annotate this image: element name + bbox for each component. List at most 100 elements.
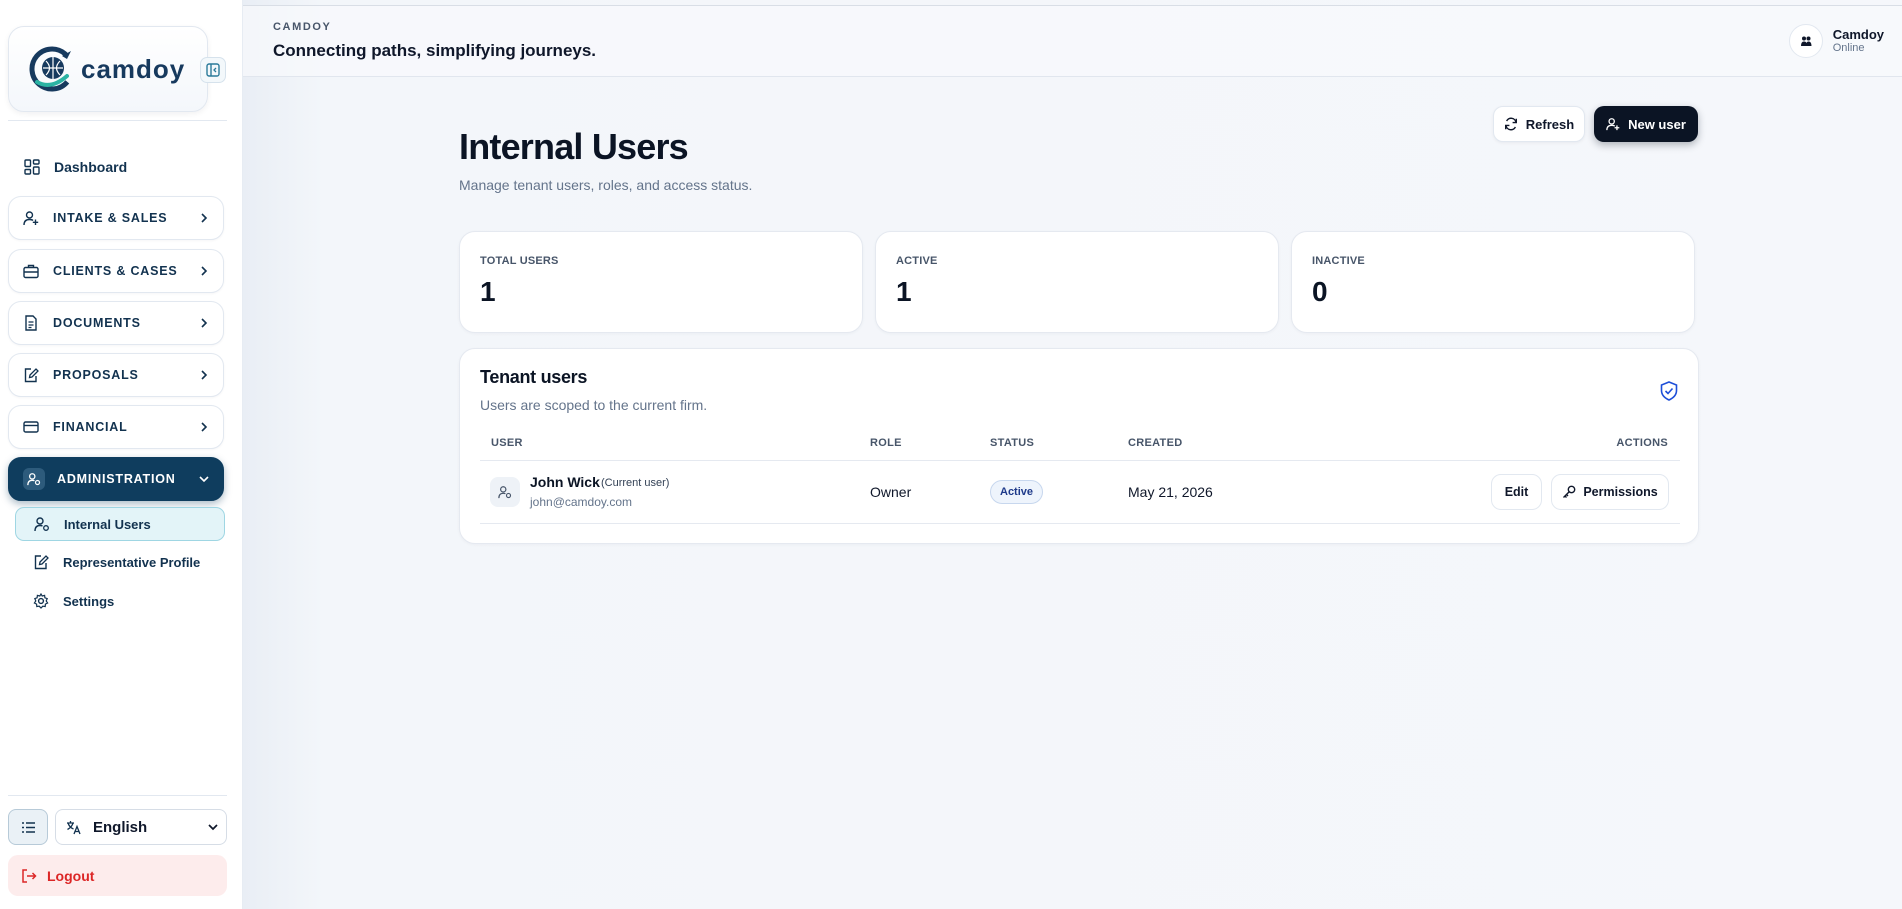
- stat-label: ACTIVE: [896, 255, 938, 267]
- sidebar-item-internal-users[interactable]: Internal Users: [15, 507, 225, 541]
- tagline: Connecting paths, simplifying journeys.: [273, 41, 597, 60]
- row-divider: [480, 523, 1680, 524]
- brand-label: CAMDOY: [273, 21, 332, 33]
- edit-document-icon: [34, 555, 49, 570]
- user-cog-icon: [34, 517, 49, 532]
- sidebar-divider: [8, 120, 227, 121]
- new-user-label: New user: [1628, 116, 1686, 132]
- column-header-actions: ACTIONS: [1616, 437, 1668, 449]
- sidebar-item-label: Settings: [63, 593, 115, 609]
- logout-button[interactable]: Logout: [8, 855, 227, 896]
- key-icon: [1563, 485, 1576, 498]
- page-subtitle: Manage tenant users, roles, and access s…: [459, 177, 753, 193]
- sidebar-divider: [8, 795, 227, 796]
- sidebar-group-label: DOCUMENTS: [53, 316, 141, 330]
- logo-text: camdoy: [81, 53, 186, 84]
- collapse-sidebar-button[interactable]: [200, 57, 226, 83]
- sidebar-group-label: FINANCIAL: [53, 420, 128, 434]
- sidebar-item-representative-profile[interactable]: Representative Profile: [15, 545, 225, 579]
- sidebar-group-administration[interactable]: ADMINISTRATION: [8, 457, 224, 501]
- permissions-button[interactable]: Permissions: [1551, 474, 1669, 510]
- stat-card-inactive: INACTIVE 0: [1291, 231, 1695, 333]
- card-subtitle: Users are scoped to the current firm.: [480, 397, 708, 413]
- user-email-cell: john@camdoy.com: [530, 495, 632, 509]
- document-icon: [25, 315, 37, 331]
- column-header-user: USER: [491, 437, 523, 449]
- logout-icon: [22, 868, 37, 883]
- shield-check-icon: [1660, 381, 1678, 401]
- language-select[interactable]: English: [55, 809, 227, 845]
- user-menu[interactable]: Camdoy Online: [1788, 24, 1884, 58]
- language-toggle-button[interactable]: [8, 809, 48, 845]
- list-icon: [21, 821, 35, 833]
- sidebar-item-label: Dashboard: [54, 159, 128, 175]
- card-title: Tenant users: [480, 367, 588, 387]
- user-cog-icon: [23, 468, 45, 490]
- sidebar-group-label: CLIENTS & CASES: [53, 264, 178, 278]
- refresh-icon: [1504, 117, 1517, 131]
- edit-button[interactable]: Edit: [1491, 474, 1542, 510]
- user-status: Online: [1832, 42, 1865, 54]
- sidebar: camdoy Dashboard INTAKE & SALES CLIENTS …: [0, 0, 243, 909]
- column-header-created: CREATED: [1128, 437, 1183, 449]
- avatar: [1788, 24, 1823, 58]
- user-plus-icon: [1606, 118, 1620, 131]
- camdoy-logo-icon: [29, 46, 75, 92]
- sidebar-group-intake-sales[interactable]: INTAKE & SALES: [8, 196, 224, 240]
- sidebar-group-label: PROPOSALS: [53, 368, 139, 382]
- page-title: Internal Users: [459, 126, 689, 167]
- edit-document-icon: [24, 368, 39, 383]
- chevron-right-icon: [201, 266, 208, 276]
- stat-label: INACTIVE: [1312, 255, 1365, 267]
- sidebar-item-label: Representative Profile: [63, 554, 201, 570]
- stat-card-total-users: TOTAL USERS 1: [459, 231, 863, 333]
- stat-value: 0: [1312, 276, 1328, 307]
- logo-card[interactable]: camdoy: [8, 26, 208, 112]
- permissions-label: Permissions: [1583, 485, 1658, 499]
- user-group-icon: [1800, 36, 1812, 46]
- gear-icon: [33, 593, 49, 609]
- sidebar-group-financial[interactable]: FINANCIAL: [8, 405, 224, 449]
- sidebar-group-documents[interactable]: DOCUMENTS: [8, 301, 224, 345]
- stat-value: 1: [480, 276, 496, 307]
- tenant-users-card: Tenant users Users are scoped to the cur…: [459, 348, 1699, 544]
- sidebar-item-settings[interactable]: Settings: [15, 584, 225, 618]
- chevron-right-icon: [201, 422, 208, 432]
- user-plus-icon: [23, 211, 39, 226]
- dashboard-grid-icon: [24, 159, 40, 175]
- role-cell: Owner: [870, 484, 912, 500]
- sidebar-item-dashboard[interactable]: Dashboard: [8, 150, 224, 184]
- user-name: Camdoy: [1832, 27, 1884, 42]
- current-user-tag: (Current user): [601, 477, 670, 489]
- sidebar-collapse-icon: [206, 63, 220, 77]
- sidebar-group-label: ADMINISTRATION: [57, 472, 176, 486]
- chevron-right-icon: [201, 213, 208, 223]
- user-avatar: [490, 477, 520, 507]
- sidebar-group-proposals[interactable]: PROPOSALS: [8, 353, 224, 397]
- user-name-cell: John Wick: [530, 474, 600, 490]
- user-cog-icon: [498, 486, 512, 499]
- language-select-value: English: [93, 818, 148, 836]
- sidebar-group-label: INTAKE & SALES: [53, 211, 168, 225]
- stat-card-active: ACTIVE 1: [875, 231, 1279, 333]
- refresh-button[interactable]: Refresh: [1493, 106, 1585, 142]
- logout-label: Logout: [47, 867, 95, 884]
- new-user-button[interactable]: New user: [1594, 106, 1698, 142]
- sidebar-group-clients-cases[interactable]: CLIENTS & CASES: [8, 249, 224, 293]
- created-cell: May 21, 2026: [1128, 484, 1213, 500]
- status-badge: Active: [990, 480, 1044, 504]
- edit-label: Edit: [1504, 485, 1529, 499]
- chevron-right-icon: [201, 318, 208, 328]
- chevron-down-icon: [208, 824, 218, 831]
- refresh-label: Refresh: [1525, 116, 1575, 132]
- chevron-right-icon: [201, 370, 208, 380]
- chevron-down-icon: [199, 476, 209, 483]
- header-divider: [480, 460, 1680, 461]
- translate-icon: [67, 820, 81, 834]
- column-header-status: STATUS: [990, 437, 1035, 449]
- stat-label: TOTAL USERS: [480, 255, 559, 267]
- sidebar-item-label: Internal Users: [64, 516, 151, 532]
- stat-value: 1: [896, 276, 912, 307]
- credit-card-icon: [23, 421, 39, 433]
- briefcase-icon: [23, 264, 39, 279]
